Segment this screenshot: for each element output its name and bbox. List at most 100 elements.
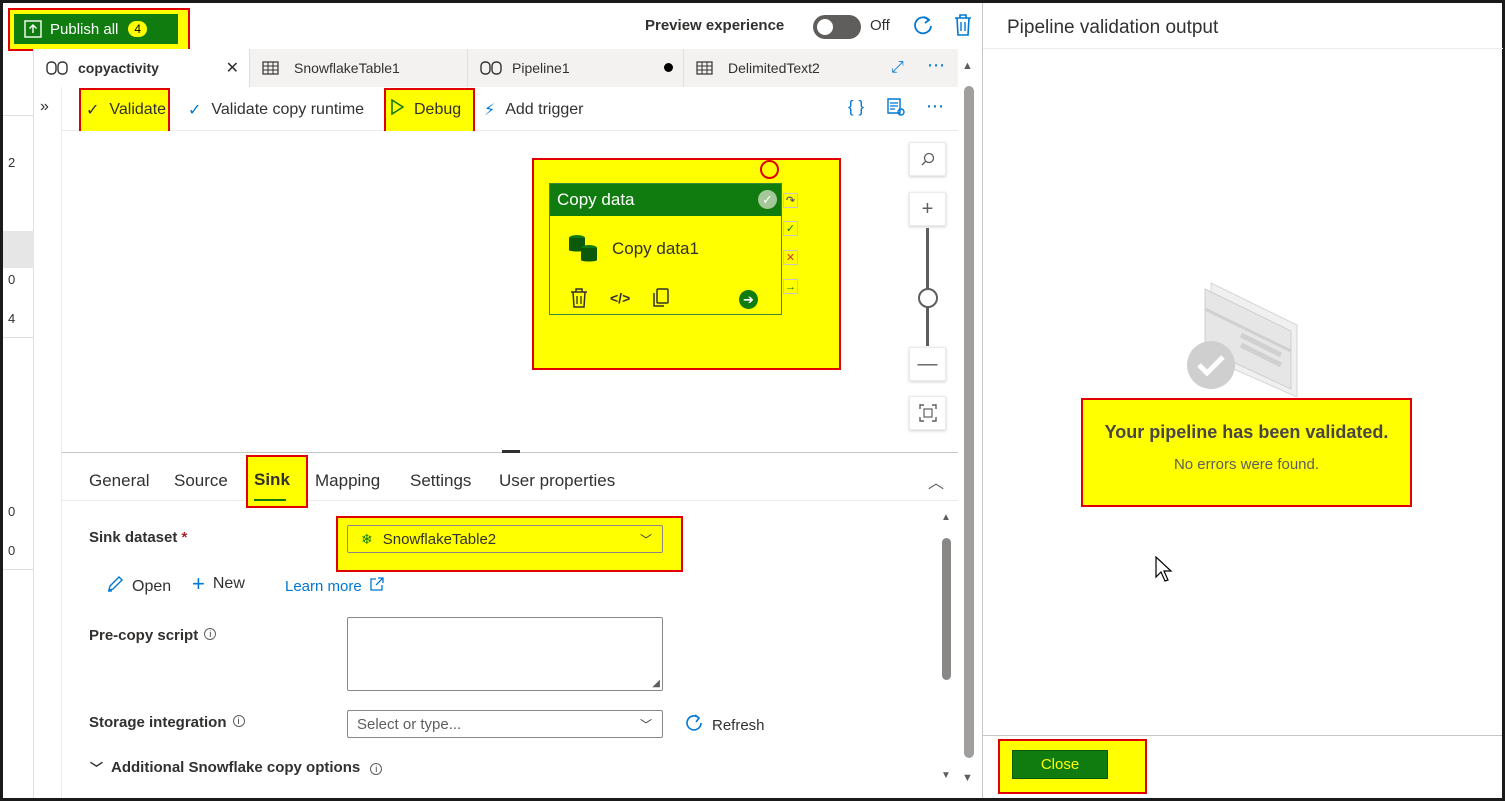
tab-pipeline1[interactable]: Pipeline1 xyxy=(468,49,683,87)
info-icon[interactable]: i xyxy=(370,762,383,775)
publish-count-badge: 4 xyxy=(128,21,148,37)
storage-placeholder: Select or type... xyxy=(357,715,462,733)
validation-success-title: Your pipeline has been validated. xyxy=(1104,422,1389,442)
table-icon xyxy=(262,60,284,76)
zoom-in-icon[interactable]: + xyxy=(909,192,946,226)
info-icon[interactable]: i xyxy=(204,628,217,640)
validate-button[interactable]: ✓ Validate xyxy=(86,100,166,120)
info-icon[interactable]: i xyxy=(232,715,245,727)
add-trigger-button[interactable]: ⚡ Add trigger xyxy=(484,100,584,120)
scroll-thumb[interactable] xyxy=(964,86,974,758)
tab-source[interactable]: Source xyxy=(174,471,228,491)
scroll-up-icon[interactable]: ▲ xyxy=(962,60,973,72)
tab-copyactivity[interactable]: copyactivity ✕ xyxy=(34,49,249,87)
new-dataset-button[interactable]: + New xyxy=(192,571,245,596)
panel-title: Pipeline validation output xyxy=(1007,17,1219,38)
refresh-button[interactable]: Refresh xyxy=(684,713,765,737)
chevron-down-icon: ﹀ xyxy=(639,533,652,547)
refresh-icon xyxy=(684,713,704,737)
storage-integration-select[interactable]: Select or type... ﹀ xyxy=(347,710,663,738)
scroll-thumb[interactable] xyxy=(942,538,951,680)
tab-delimitedtext2[interactable]: DelimitedText2 xyxy=(684,49,882,87)
zoom-out-icon[interactable]: — xyxy=(909,347,946,381)
completion-port-icon[interactable]: → xyxy=(783,279,798,294)
debug-label: Debug xyxy=(414,100,462,118)
toggle-knob xyxy=(817,19,833,35)
snowflake-icon: ❄ xyxy=(361,530,373,547)
validate-label: Validate xyxy=(109,101,167,118)
expand-chevron-icon[interactable]: » xyxy=(40,98,49,116)
more-tabs-icon[interactable]: ⋯ xyxy=(927,55,946,76)
activity-name: Copy data1 xyxy=(612,239,699,258)
selected-tab-underline xyxy=(254,499,286,501)
properties-scrollbar[interactable]: ▲ ▼ xyxy=(940,512,954,784)
precopy-script-textarea[interactable]: ◢ xyxy=(347,617,663,691)
additional-options-expander[interactable]: ﹀ Additional Snowflake copy options i xyxy=(90,758,383,777)
tab-label: DelimitedText2 xyxy=(728,60,820,76)
strip-value: 2 xyxy=(8,155,16,170)
collapse-panel-chevron-icon[interactable]: ︿ xyxy=(928,469,944,493)
delete-icon[interactable] xyxy=(570,288,588,313)
tab-label: SnowflakeTable1 xyxy=(294,60,400,76)
lightning-icon: ⚡ xyxy=(484,102,496,119)
pipeline-icon xyxy=(480,60,502,76)
play-icon xyxy=(390,98,405,120)
strip-selected-row[interactable] xyxy=(3,231,34,268)
pipeline-icon xyxy=(46,60,68,76)
unsaved-dot-icon xyxy=(664,63,673,72)
checkmark-icon: ✓ xyxy=(188,102,202,119)
required-mark: * xyxy=(181,529,188,546)
tab-settings[interactable]: Settings xyxy=(410,471,471,491)
success-port-icon[interactable]: ✓ xyxy=(783,221,798,236)
publish-all-button[interactable]: Publish all 4 xyxy=(14,14,178,44)
sink-dataset-select[interactable]: ❄ SnowflakeTable2 ﹀ xyxy=(347,525,663,553)
editor-scrollbar[interactable]: ▲ ▼ xyxy=(960,56,978,792)
clone-icon[interactable] xyxy=(652,288,670,313)
validated-document-illustration-icon xyxy=(1181,279,1301,398)
debug-button[interactable]: Debug xyxy=(390,98,462,120)
maximize-icon[interactable]: ⤢ xyxy=(891,59,904,77)
go-arrow-icon[interactable]: ➔ xyxy=(739,290,758,309)
discard-all-icon[interactable] xyxy=(952,13,974,37)
close-tab-icon[interactable]: ✕ xyxy=(226,58,239,78)
precopy-label-text: Pre-copy script xyxy=(89,627,199,644)
resize-grip-icon[interactable]: ◢ xyxy=(652,678,660,689)
close-button[interactable]: Close xyxy=(1012,750,1108,779)
sink-dataset-label: Sink dataset * xyxy=(89,529,187,546)
zoom-slider-track[interactable] xyxy=(926,228,929,346)
properties-tabs: General Source Mapping Settings User pro… xyxy=(62,453,958,501)
activity-type-label: Copy data xyxy=(557,190,635,209)
scroll-up-icon[interactable]: ▲ xyxy=(941,512,951,523)
skip-port-icon[interactable]: ↷ xyxy=(783,193,798,208)
refresh-icon[interactable] xyxy=(912,14,934,36)
code-braces-icon[interactable]: { } xyxy=(848,97,864,117)
toggle-state-label: Off xyxy=(870,17,890,34)
copy-data-activity[interactable]: Copy data ✓ Copy data1 </> ➔ xyxy=(549,183,782,315)
fit-to-screen-icon[interactable] xyxy=(909,396,946,430)
panel-resize-handle[interactable] xyxy=(502,450,520,453)
scroll-down-icon[interactable]: ▼ xyxy=(962,772,973,784)
tab-snowflaketable1[interactable]: SnowflakeTable1 xyxy=(250,49,467,87)
learn-more-link[interactable]: Learn more xyxy=(285,577,384,595)
tab-user-properties[interactable]: User properties xyxy=(499,471,615,491)
properties-icon[interactable] xyxy=(886,97,906,122)
tab-mapping[interactable]: Mapping xyxy=(315,471,380,491)
open-dataset-button[interactable]: Open xyxy=(106,575,171,598)
search-canvas-icon[interactable] xyxy=(909,142,946,176)
scroll-down-icon[interactable]: ▼ xyxy=(941,770,951,781)
database-copy-icon xyxy=(566,232,600,266)
validate-copy-runtime-button[interactable]: ✓ Validate copy runtime xyxy=(188,100,364,120)
zoom-slider-thumb[interactable] xyxy=(918,288,938,308)
tab-general[interactable]: General xyxy=(89,471,149,491)
upload-icon xyxy=(24,20,42,38)
validate-runtime-label: Validate copy runtime xyxy=(211,101,365,118)
plus-icon: + xyxy=(192,571,205,596)
tab-sink[interactable]: Sink xyxy=(254,470,290,490)
more-actions-icon[interactable]: ⋯ xyxy=(926,96,944,117)
open-label: Open xyxy=(132,577,172,595)
new-label: New xyxy=(212,575,245,592)
table-icon xyxy=(696,60,718,76)
failure-port-icon[interactable]: ✕ xyxy=(783,250,798,265)
preview-toggle[interactable] xyxy=(813,15,861,39)
code-icon[interactable]: </> xyxy=(610,290,630,306)
